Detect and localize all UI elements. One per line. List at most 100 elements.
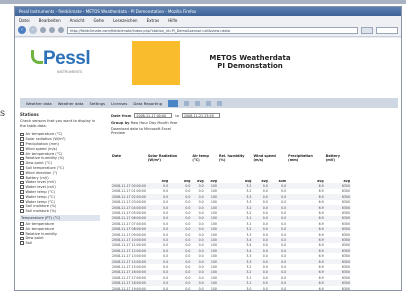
column-header[interactable]: Rel. humidity (%) [218, 154, 252, 178]
address-bar[interactable]: http://fieldclimate.com/fieldclimate/ind… [67, 26, 358, 34]
table-cell: 2008-11-17 08:00:00 [111, 226, 147, 232]
menu-item[interactable]: Hilfe [168, 18, 177, 23]
sensor-checkbox[interactable] [20, 199, 24, 204]
chart-icon[interactable] [195, 100, 201, 106]
tab-weather-data-2[interactable]: Weather data [58, 101, 84, 106]
sensor-label: Air temperature [25, 226, 55, 231]
sensor-checkbox[interactable] [20, 241, 24, 245]
sensor-sidebar: Stations Check sensors that you want to … [20, 112, 100, 288]
sensor-label: Soil moisture (%) [25, 204, 57, 209]
column-header[interactable]: Date [111, 154, 147, 178]
column-header[interactable]: Wind speed (m/s) [252, 154, 287, 178]
sensor-checkbox[interactable] [20, 209, 24, 213]
sensor-checkbox[interactable] [20, 190, 24, 194]
table-cell: 2008-11-17 18:00:00 [111, 280, 147, 286]
menu-item[interactable]: Ansicht [70, 18, 85, 23]
menu-bar: Datei Bearbeiten Ansicht Gehe Lesezeichen Ext… [15, 16, 401, 24]
sensor-checkbox[interactable] [20, 185, 24, 189]
sensor-checkbox[interactable] [20, 137, 24, 141]
sensor-checkbox[interactable] [20, 195, 24, 199]
menu-item[interactable]: Extras [147, 18, 160, 23]
reload-icon[interactable] [40, 27, 46, 33]
header-image [132, 41, 180, 85]
sensor-label: Precipitation (mm) [25, 141, 59, 146]
go-button[interactable] [361, 26, 373, 34]
table-cell: 2008-11-17 07:00:00 [112, 221, 146, 226]
table-cell: 2008-11-17 04:00:00 [111, 204, 147, 211]
sensor-label: Wind speed (m/s) [25, 146, 58, 151]
table-cell: 2008-11-17 14:00:00 [111, 258, 147, 265]
menu-item[interactable]: Lesezeichen [113, 18, 138, 23]
sensor-checkbox[interactable] [20, 156, 24, 161]
table-cell: 2008-11-17 13:00:00 [112, 254, 146, 259]
tab-licenses[interactable]: Licenses [111, 101, 127, 106]
sensor-option[interactable]: Soil [20, 241, 100, 246]
sensor-label: Soil [25, 241, 32, 246]
menu-item[interactable]: Gehe [93, 18, 104, 23]
tab-data-reporting[interactable]: Data Reporting [133, 101, 162, 106]
logo-subtext: INSTRUMENTS [57, 70, 83, 74]
column-header[interactable]: Air temp (°C) [191, 154, 218, 178]
sensor-label: Soil moisture (%) [25, 209, 57, 214]
sensor-checkbox[interactable] [20, 204, 24, 209]
sensor-checkbox[interactable] [20, 175, 24, 180]
date-to-field[interactable]: 2008-11-21 23:59 [181, 113, 220, 118]
table-cell: 2008-11-17 16:00:00 [111, 269, 147, 276]
desktop-top-strip [0, 0, 406, 4]
table-cell: 2008-11-17 11:00:00 [112, 243, 146, 248]
sensor-label: Battery (mV) [25, 175, 49, 180]
sensor-checkbox[interactable] [20, 236, 24, 241]
menu-item[interactable]: Datei [19, 18, 30, 23]
forward-icon[interactable]: › [29, 26, 37, 34]
tab-weather-data-1[interactable]: Weather data [26, 101, 52, 106]
page-title: METOS Weatherdata PI Demonstation [195, 54, 305, 70]
sensor-label: Relative humidity (%) [25, 156, 65, 161]
sensor-checkbox[interactable] [20, 180, 24, 185]
sensor-option[interactable]: Soil moisture (%) [20, 209, 100, 214]
tab-settings[interactable]: Settings [90, 101, 106, 106]
column-header[interactable]: Solar Radiation (W/m²) [147, 154, 192, 178]
sensor-checkbox[interactable] [20, 147, 24, 151]
table-cell: 2008-11-17 15:00:00 [112, 264, 146, 269]
export-links: Download data to Microsoft Excel Preview [111, 127, 396, 136]
sensor-checkbox[interactable] [20, 171, 24, 175]
table-cell: 2008-11-17 00:00:00 [111, 183, 147, 189]
column-header[interactable]: Battery (mV) [325, 154, 351, 178]
logo-text: Pessl [43, 48, 91, 69]
sensor-checkbox[interactable] [20, 161, 24, 165]
sensor-label: Dew point [25, 236, 44, 241]
back-icon[interactable]: ‹ [18, 26, 26, 34]
active-tab-marker[interactable] [168, 99, 179, 107]
selected-sensor[interactable]: Temperature (PT) (°C) [20, 214, 100, 221]
home-icon[interactable] [58, 27, 64, 33]
table-cell: 2008-11-17 12:00:00 [111, 248, 147, 254]
sensor-checkbox[interactable] [20, 132, 24, 137]
column-header[interactable]: Precipitation (mm) [287, 154, 325, 178]
sensor-checkbox[interactable] [20, 151, 24, 156]
sensor-checkbox[interactable] [20, 231, 24, 236]
navigation-toolbar: ‹ › http://fieldclimate.com/fieldclimate… [15, 24, 401, 37]
date-from-field[interactable]: 2008-11-17 00:00 [134, 113, 173, 118]
sensor-checkbox[interactable] [20, 142, 24, 146]
sensor-label: Water temp (°C) [25, 189, 55, 194]
table-icon[interactable] [184, 100, 190, 106]
sensor-checkbox[interactable] [20, 226, 24, 231]
date-range: Date from 2008-11-17 00:00 to 2008-11-21… [111, 112, 396, 119]
search-input[interactable] [376, 26, 398, 34]
data-table: Date Solar Radiation (W/m²) Air temp (°C) R… [111, 154, 351, 291]
stop-icon[interactable] [49, 27, 55, 33]
sensor-label: Water level (mV) [25, 180, 56, 185]
sensor-checkbox[interactable] [20, 222, 24, 226]
export-icon[interactable] [206, 100, 212, 106]
table-cell: 2008-11-17 09:00:00 [112, 232, 146, 237]
table-cell: 2008-11-17 10:00:00 [111, 237, 147, 243]
data-panel: Date from 2008-11-17 00:00 to 2008-11-21… [111, 112, 396, 291]
sensor-checkbox[interactable] [20, 166, 24, 170]
table-header-row: Date Solar Radiation (W/m²) Air temp (°C) R… [111, 154, 351, 178]
menu-item[interactable]: Bearbeiten [39, 18, 61, 23]
sensor-label: Soil temperature (°C) [25, 165, 64, 170]
sensor-label: Water temp (°C) [25, 194, 55, 199]
group-by-options[interactable]: Raw Hour Day Month Year [131, 121, 178, 125]
preview-link[interactable]: Preview [111, 131, 396, 136]
print-icon[interactable] [217, 100, 223, 106]
